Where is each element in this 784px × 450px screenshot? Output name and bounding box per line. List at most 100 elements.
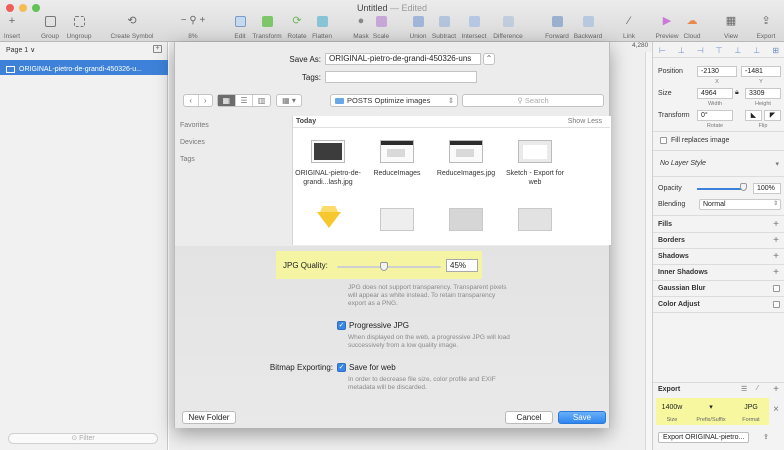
zoom-out-button[interactable]: − [181,16,187,26]
export-format-dropdown[interactable]: JPG [737,403,765,413]
forward-nav-button[interactable]: › [199,95,213,106]
export-size-field[interactable]: 1400w [659,403,685,413]
icon-view-button[interactable]: ▦ [218,95,236,106]
remove-export-icon[interactable]: × [773,405,779,415]
layer-style-dropdown[interactable]: No Layer Style [660,160,706,167]
file-item[interactable]: ReduceImages [364,140,430,178]
add-export-icon[interactable]: + [773,385,779,395]
opacity-slider-knob[interactable] [740,183,747,191]
add-border-icon[interactable]: + [773,236,779,246]
sidebar-item-tags[interactable]: Tags [180,156,195,163]
create-symbol-button[interactable]: ⟲ Create Symbol [110,14,154,40]
align-top-icon[interactable]: ⊤ [716,46,723,55]
file-thumbnail [311,140,345,163]
fill-replaces-label: Fill replaces image [671,137,730,144]
gaussian-blur-checkbox[interactable] [773,285,780,292]
sidebar-item-favorites[interactable]: Favorites [180,122,209,129]
progressive-checkbox[interactable]: ✓ [337,321,346,330]
backward-button[interactable]: Backward [566,14,610,40]
filter-icon: ⊙ [71,435,80,442]
y-position-field[interactable]: -1481 [741,66,781,77]
fill-replaces-checkbox[interactable] [660,137,667,144]
opacity-field[interactable]: 100% [753,183,781,194]
gaussian-blur-section[interactable]: Gaussian Blur [658,285,705,292]
jpg-quality-slider[interactable] [337,266,441,268]
align-middle-icon[interactable]: ⊥ [735,46,742,55]
window-title: Untitled — Edited [0,3,784,13]
cancel-button[interactable]: Cancel [505,411,553,424]
file-thumbnail[interactable] [518,208,552,231]
arrange-button[interactable]: ▦ ▾ [277,95,301,106]
flatten-button[interactable]: Flatten [300,14,344,40]
sketch-file-icon[interactable] [317,206,341,228]
align-right-icon[interactable]: ⊣ [697,46,704,55]
opacity-slider[interactable] [697,188,743,190]
lock-icon[interactable]: 🔒︎ [735,89,739,97]
blending-dropdown[interactable]: Normal ⇕ [699,199,781,210]
align-bottom-icon[interactable]: ⊥ [753,46,760,55]
color-adjust-section[interactable]: Color Adjust [658,301,700,308]
ungroup-icon [72,14,86,28]
ruler-value: 4,280 [632,42,649,49]
folder-dropdown[interactable]: POSTS Optimize images ⇕ [330,94,458,107]
share-icon[interactable]: ⇪ [763,433,769,441]
export-toolbar-button[interactable]: ⇪ Export [744,14,784,40]
export-suffix-sub: Prefix/Suffix [696,417,726,423]
zoom-control[interactable]: − ⚲ + 8% [171,14,215,41]
add-inner-shadow-icon[interactable]: + [773,268,779,278]
layer-item[interactable]: ORIGINAL-pietro-de-grandi-450326-u... [0,60,168,75]
file-item[interactable]: Sketch - Export for web [502,140,568,187]
subtract-icon [437,14,451,28]
ungroup-button[interactable]: Ungroup [57,14,101,40]
file-thumbnail[interactable] [449,208,483,231]
divider [653,382,784,383]
tags-input[interactable] [325,71,477,83]
color-adjust-checkbox[interactable] [773,301,780,308]
back-button[interactable]: ‹ [184,95,199,106]
alignment-toolbar: ⊢ ⊥ ⊣ ⊤ ⊥ ⊥ ⊞ [653,44,784,58]
rotate-field[interactable]: 0° [697,110,733,121]
save-button[interactable]: Save [558,411,606,424]
fills-section[interactable]: Fills [658,221,672,228]
column-view-button[interactable]: ▥ [253,95,270,106]
height-field[interactable]: 3309 [745,88,781,99]
list-view-button[interactable]: ☰ [236,95,254,106]
zoom-in-button[interactable]: + [199,16,205,26]
export-suffix-field[interactable]: ▾ [692,403,730,413]
flip-vertical-button[interactable]: ◤ [764,110,781,121]
difference-button[interactable]: Difference [486,14,530,40]
slice-icon[interactable]: ⁄ [757,385,758,392]
new-folder-button[interactable]: New Folder [182,411,236,424]
jpg-quality-slider-knob[interactable] [379,262,388,271]
align-left-icon[interactable]: ⊢ [659,46,666,55]
export-layer-button[interactable]: Export ORIGINAL-pietro... [658,432,749,443]
align-center-icon[interactable]: ⊥ [678,46,685,55]
borders-section[interactable]: Borders [658,237,685,244]
layer-item-label: ORIGINAL-pietro-de-grandi-450326-u... [19,65,142,73]
add-fill-icon[interactable]: + [773,220,779,230]
page-selector[interactable]: Page 1 ∨ [6,46,35,54]
add-shadow-icon[interactable]: + [773,252,779,262]
jpg-quality-input[interactable]: 45% [446,259,478,272]
expand-dialog-button[interactable]: ⌃ [483,53,495,65]
list-icon[interactable]: ☰ [741,385,747,393]
sidebar-item-devices[interactable]: Devices [180,139,205,146]
file-item[interactable]: ReduceImages.jpg [433,140,499,178]
cloud-button[interactable]: ☁ Cloud [670,14,714,40]
distribute-icon[interactable]: ⊞ [772,46,779,55]
difference-label: Difference [493,33,523,40]
file-item[interactable]: ORIGINAL-pietro-de-grandi...lash.jpg [295,140,361,187]
dialog-search-input[interactable]: ⚲ Search [462,94,604,107]
show-less-link[interactable]: Show Less [568,118,602,125]
save-for-web-checkbox[interactable]: ✓ [337,363,346,372]
inner-shadows-section[interactable]: Inner Shadows [658,269,708,276]
x-position-field[interactable]: -2130 [697,66,737,77]
file-thumbnail[interactable] [380,208,414,231]
width-field[interactable]: 4964 [697,88,733,99]
intersect-label: Intersect [461,33,487,40]
save-as-input[interactable]: ORIGINAL-pietro-de-grandi-450326-uns [325,53,481,65]
flip-horizontal-button[interactable]: ◣ [745,110,762,121]
shadows-section[interactable]: Shadows [658,253,689,260]
filter-input[interactable]: ⊙ Filter [8,433,158,444]
add-page-icon[interactable]: + [153,45,162,53]
